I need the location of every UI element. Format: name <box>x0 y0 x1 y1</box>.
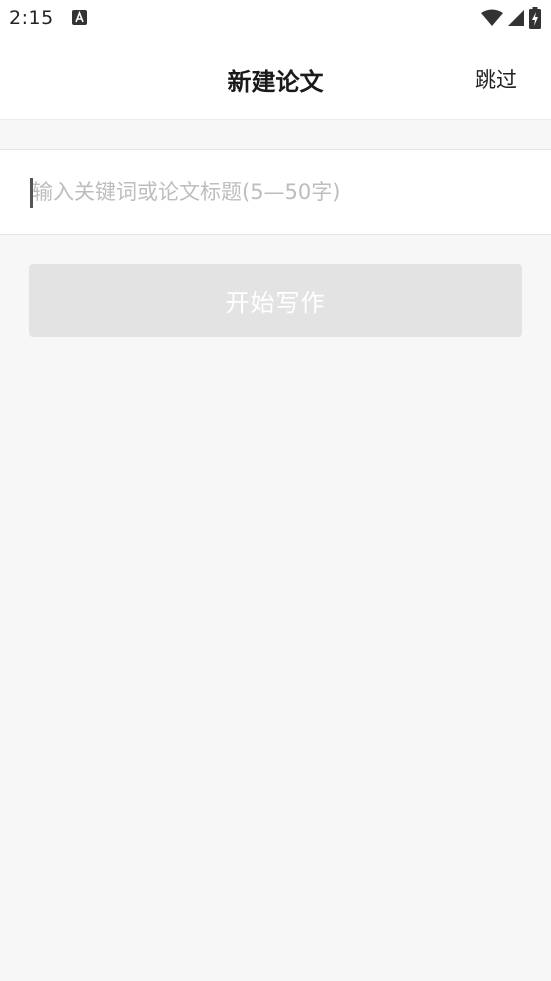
page-title: 新建论文 <box>227 68 324 96</box>
keyword-input[interactable] <box>30 172 522 212</box>
keyword-input-row <box>0 149 551 235</box>
app-bar: 新建论文 跳过 <box>0 38 551 120</box>
status-bar: 2:15 <box>0 0 551 38</box>
wifi-icon <box>481 9 503 26</box>
font-a-icon <box>72 10 87 25</box>
skip-button[interactable]: 跳过 <box>475 64 517 94</box>
text-caret <box>30 178 33 208</box>
cell-signal-icon <box>508 10 524 26</box>
status-time: 2:15 <box>9 7 54 29</box>
start-writing-button[interactable]: 开始写作 <box>29 264 522 337</box>
battery-charging-icon <box>529 7 541 29</box>
status-icons <box>481 7 541 29</box>
